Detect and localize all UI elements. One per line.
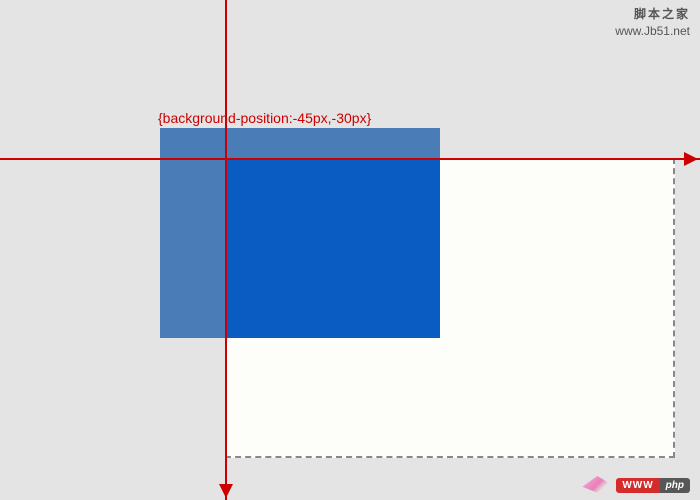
x-axis-line xyxy=(0,158,700,160)
site-name-cn: 脚本之家 xyxy=(615,6,690,23)
x-axis-arrow-icon xyxy=(684,152,698,166)
site-url: www.Jb51.net xyxy=(615,23,690,40)
y-axis-arrow-icon xyxy=(219,484,233,498)
position-label: {background-position:-45px,-30px} xyxy=(158,110,371,126)
wing-icon xyxy=(582,476,612,494)
footer-badge: WWW php xyxy=(582,476,690,494)
visible-portion xyxy=(225,158,440,338)
badge-left: WWW xyxy=(616,478,659,493)
watermark-top: 脚本之家 www.Jb51.net xyxy=(615,6,690,40)
badge-right: php xyxy=(660,478,690,493)
y-axis-line xyxy=(225,0,227,500)
php-badge: WWW php xyxy=(616,478,690,493)
